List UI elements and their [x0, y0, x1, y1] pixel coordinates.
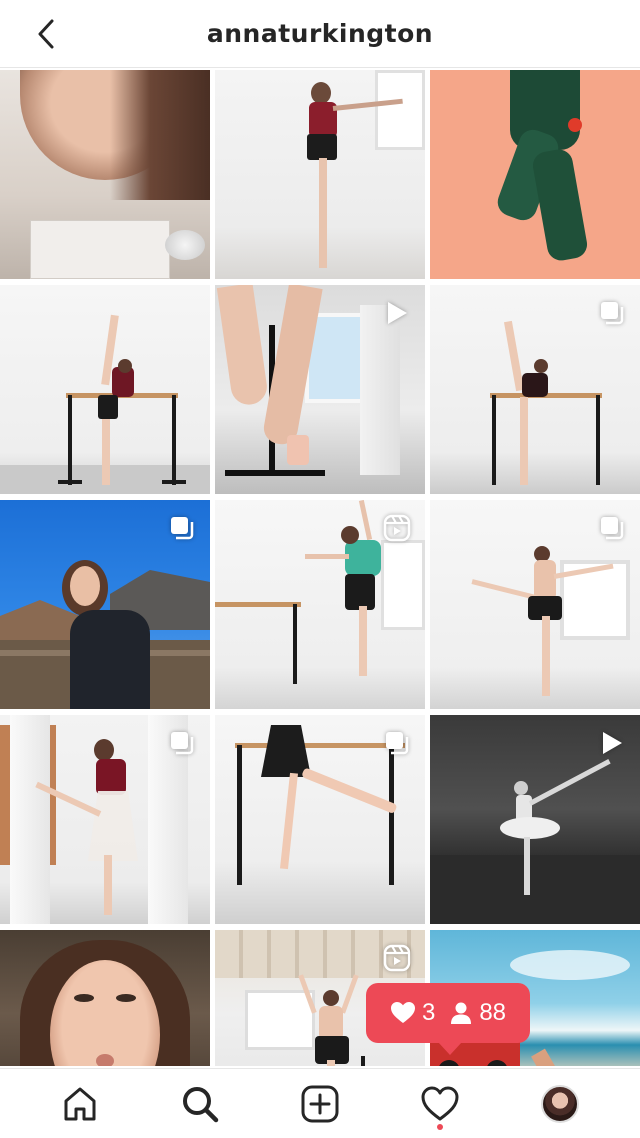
- carousel-badge: [598, 299, 626, 327]
- followers-count: 88: [479, 999, 507, 1026]
- video-badge: [383, 299, 411, 327]
- person-icon: [451, 1002, 472, 1024]
- post-tile[interactable]: [430, 715, 640, 924]
- reels-icon: [383, 944, 411, 972]
- search-icon: [183, 1086, 219, 1122]
- multiple-posts-icon: [171, 732, 194, 755]
- app: annaturkington 3 88: [0, 0, 640, 1138]
- post-tile[interactable]: [0, 930, 210, 1066]
- likes-count-group: 3: [390, 999, 435, 1027]
- reel-badge: [383, 944, 411, 972]
- likes-count: 3: [421, 999, 436, 1026]
- nav-profile[interactable]: [528, 1072, 592, 1136]
- nav-home[interactable]: [48, 1072, 112, 1136]
- multiple-posts-icon: [601, 302, 624, 325]
- post-tile[interactable]: [0, 285, 210, 494]
- heart-icon: [390, 1002, 415, 1023]
- post-tile[interactable]: [0, 715, 210, 924]
- multiple-posts-icon: [171, 517, 194, 540]
- carousel-badge: [383, 729, 411, 757]
- followers-count-group: 88: [449, 999, 506, 1027]
- chevron-left-icon: [38, 19, 54, 49]
- bottom-nav: [0, 1068, 640, 1138]
- heart-outline-icon: [421, 1086, 459, 1120]
- carousel-badge: [168, 729, 196, 757]
- post-tile[interactable]: [430, 285, 640, 494]
- reels-icon: [383, 514, 411, 542]
- post-tile[interactable]: [215, 500, 425, 709]
- post-tile[interactable]: [0, 500, 210, 709]
- carousel-badge: [168, 514, 196, 542]
- video-badge: [598, 729, 626, 757]
- play-icon: [603, 732, 622, 754]
- post-tile[interactable]: [215, 715, 425, 924]
- home-icon: [64, 1087, 96, 1120]
- post-tile[interactable]: [0, 70, 210, 279]
- post-tile[interactable]: [215, 70, 425, 279]
- post-tile[interactable]: [430, 70, 640, 279]
- reel-badge: [383, 514, 411, 542]
- multiple-posts-icon: [601, 517, 624, 540]
- nav-search[interactable]: [168, 1072, 232, 1136]
- post-tile[interactable]: [215, 285, 425, 494]
- nav-new-post[interactable]: [288, 1072, 352, 1136]
- avatar: [541, 1084, 579, 1123]
- play-icon: [388, 302, 407, 324]
- carousel-badge: [598, 514, 626, 542]
- header: annaturkington: [0, 0, 640, 68]
- new-post-icon: [301, 1085, 339, 1122]
- back-button[interactable]: [28, 14, 64, 54]
- activity-dot: [437, 1123, 443, 1130]
- nav-activity[interactable]: [408, 1072, 472, 1136]
- profile-username: annaturkington: [206, 19, 434, 48]
- post-tile[interactable]: [430, 500, 640, 709]
- post-grid: [0, 70, 640, 1066]
- activity-notification-bubble[interactable]: 3 88: [366, 983, 530, 1055]
- multiple-posts-icon: [386, 732, 409, 755]
